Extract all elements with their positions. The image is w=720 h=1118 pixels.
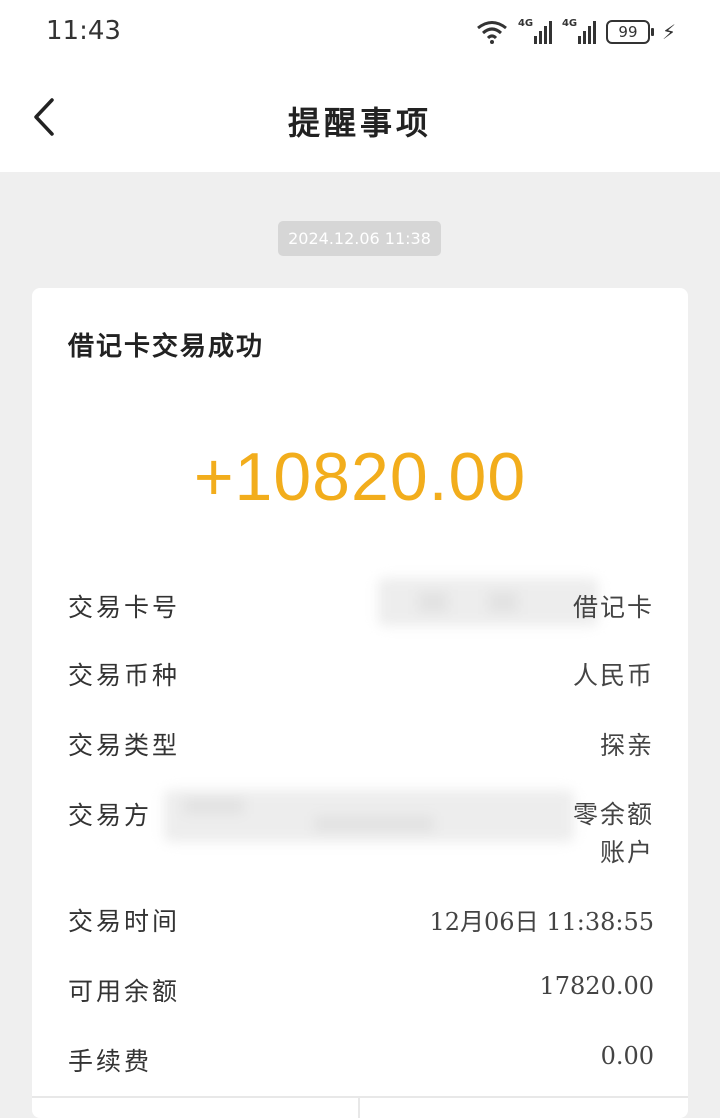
card-title: 借记卡交易成功 — [68, 332, 265, 362]
status-icons: 4G 4G 99 ⚡ — [476, 18, 676, 46]
network-label: 4G — [561, 18, 578, 29]
row-available-balance: 可用余额 17820.00 — [68, 972, 654, 1012]
row-value-line: 账户 — [599, 838, 654, 867]
row-label: 交易币种 — [68, 661, 181, 690]
row-value: 17820.00 — [539, 972, 654, 1000]
row-value: 0.00 — [600, 1042, 654, 1070]
signal-icon: 4G — [517, 18, 552, 44]
status-time: 11:43 — [46, 16, 121, 46]
row-label: 手续费 — [68, 1047, 153, 1076]
battery-icon: 99 — [605, 20, 654, 44]
row-type: 交易类型 探亲 — [68, 726, 654, 766]
row-currency: 交易币种 人民币 — [68, 656, 654, 696]
transaction-card[interactable]: 借记卡交易成功 +10820.00 交易卡号 借记卡 交易币种 人民币 交易类型… — [32, 288, 688, 1118]
row-value: 12月06日 11:38:55 — [429, 908, 655, 936]
battery-level: 99 — [618, 23, 638, 41]
row-label: 交易类型 — [68, 731, 181, 760]
row-label: 可用余额 — [68, 977, 181, 1006]
row-time: 交易时间 12月06日 11:38:55 — [68, 902, 654, 942]
row-label: 交易卡号 — [68, 593, 181, 622]
row-card-number: 交易卡号 借记卡 — [68, 578, 654, 628]
network-label: 4G — [517, 18, 534, 29]
charging-icon: ⚡ — [661, 20, 676, 44]
redacted-card-number — [378, 578, 598, 626]
row-counterparty: 交易方 零余额 账户 — [68, 790, 654, 876]
row-value: 探亲 — [599, 731, 654, 760]
row-value: 零余额 账户 — [573, 796, 654, 872]
card-divider-vertical — [358, 1096, 360, 1118]
message-timestamp: 2024.12.06 11:38 — [278, 221, 441, 256]
signal-icon: 4G — [561, 18, 596, 44]
transaction-amount: +10820.00 — [193, 439, 527, 515]
row-value: 人民币 — [572, 661, 654, 690]
wifi-icon — [477, 21, 507, 44]
card-divider — [32, 1096, 688, 1098]
row-value: 借记卡 — [572, 593, 654, 622]
row-fee: 手续费 0.00 — [68, 1042, 654, 1082]
redacted-counterparty — [164, 790, 574, 842]
row-value-line: 零余额 — [572, 800, 654, 829]
row-label: 交易时间 — [68, 907, 181, 936]
status-bar: 11:43 4G 4G 99 ⚡ — [0, 0, 720, 66]
nav-bar: 提醒事项 — [0, 66, 720, 172]
row-label: 交易方 — [68, 801, 153, 830]
page-title: 提醒事项 — [287, 104, 432, 142]
